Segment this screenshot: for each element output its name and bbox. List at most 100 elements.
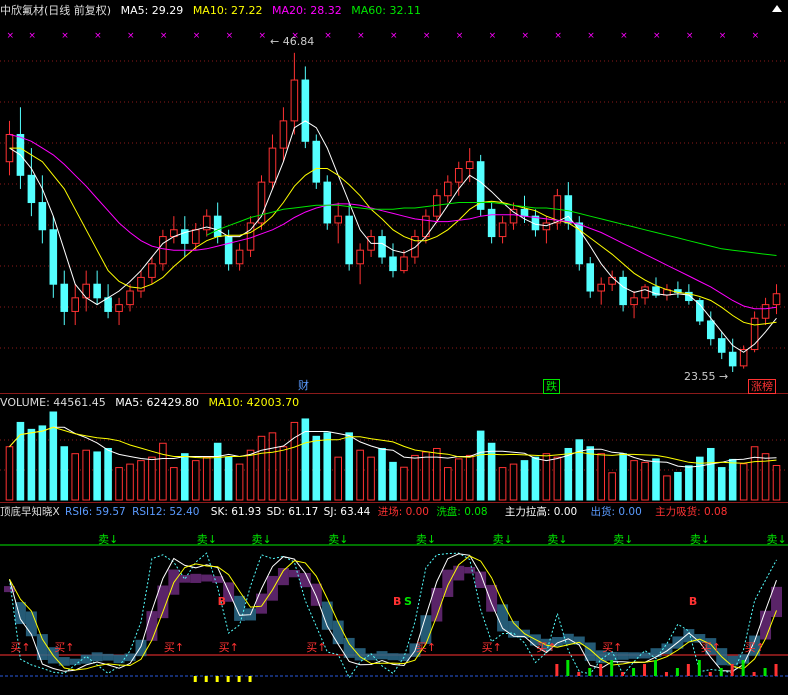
candle-body: [290, 79, 299, 122]
candle-body: [728, 351, 737, 367]
capital-flow-bar: [697, 660, 701, 676]
volume-bar: [159, 442, 167, 501]
sell-signal: 卖↓: [613, 533, 633, 546]
candle-body: [224, 236, 233, 265]
capital-flow-bar: [708, 672, 712, 676]
top-event-mark: ×: [554, 31, 562, 41]
volume-bar: [126, 463, 134, 501]
indicator-panel: 卖↓ 卖↓ 卖↓ 卖↓ 卖↓ 卖↓ 卖↓ 卖↓ 卖↓ 卖↓ 买↑ 买↑ 买↑ 买↑ 买↑ 买↑ 买↑ 买↑ 买↑ 买↑…: [0, 533, 788, 682]
volume-bar: [750, 446, 759, 501]
capital-flow-bar: [566, 660, 570, 676]
candle-body: [630, 297, 638, 306]
volume-bar: [739, 463, 748, 501]
volume-bar: [531, 456, 540, 501]
sd-value: SD: 61.17: [266, 506, 319, 518]
top-event-mark: ×: [127, 31, 135, 41]
volume-bar: [674, 471, 682, 501]
indicator-area: [80, 654, 92, 664]
volume-bar: [82, 449, 90, 501]
indicator-area: [113, 654, 125, 664]
top-event-mark: ×: [456, 31, 464, 41]
sj-value: SJ: 63.44: [323, 506, 371, 518]
top-event-mark: ×: [489, 31, 497, 41]
buy-signal: 买↑: [745, 641, 765, 654]
volume-header: VOLUME: 44561.45 MA5: 62429.80 MA10: 420…: [0, 395, 305, 411]
candle-body: [137, 276, 145, 292]
low-price-label: 23.55 →: [684, 370, 729, 383]
volume-bar: [586, 446, 595, 501]
indicator-area: [299, 573, 311, 588]
capital-flow-bar: [664, 672, 668, 676]
candle-body: [761, 304, 770, 319]
kdj-cross-label: S: [404, 595, 412, 608]
top-event-mark: ×: [521, 31, 529, 41]
candle-body: [71, 297, 80, 312]
sell-signal: 卖↓: [98, 533, 118, 546]
capital-flow-bar: [248, 676, 252, 682]
volume-bar: [706, 447, 715, 501]
capital-flow-bar: [215, 676, 219, 682]
volume-bar: [356, 449, 364, 501]
high-price-label: ← 46.84: [270, 35, 315, 48]
volume-bar: [597, 453, 605, 501]
candle-body: [301, 79, 310, 142]
kdj-cross-label: B: [689, 595, 697, 608]
candle-body: [465, 161, 474, 170]
volume-bar: [652, 458, 660, 501]
rsi6-value: RSI6: 59.57: [65, 506, 126, 518]
candle-body: [159, 236, 167, 265]
capital-flow-bar: [610, 660, 614, 676]
indicator-area: [135, 639, 147, 657]
buy-signal: 买↑: [536, 641, 556, 654]
candle-body: [772, 293, 781, 306]
volume-bar: [27, 428, 36, 501]
indicator-name: 顶底早知晓X: [0, 506, 60, 518]
candle-body: [345, 215, 353, 265]
buy-signal: 买↑: [54, 641, 74, 654]
candle-body: [608, 276, 616, 285]
rsi12-value: RSI12: 52.40: [132, 506, 200, 518]
volume-bar: [60, 446, 69, 501]
sell-signal: 卖↓: [547, 533, 567, 546]
volume-bar: [71, 453, 80, 501]
limit-up-marker[interactable]: 涨榜: [748, 379, 776, 394]
ma20-value: MA20: 28.32: [272, 4, 342, 17]
candle-body: [148, 263, 156, 278]
kdj-cross-label: B: [218, 595, 226, 608]
candle-body: [619, 276, 627, 306]
panel-divider-1: [0, 393, 788, 394]
volume-bar: [553, 456, 562, 501]
sell-signal: 卖↓: [197, 533, 217, 546]
capital-flow-bar: [675, 668, 679, 676]
sell-signal: 卖↓: [767, 533, 787, 546]
stock-chart-canvas[interactable]: × × × × × × × × × × × × × × × × × × × × × × × × 卖↓ 卖↓ 卖↓ 卖↓ 卖↓ 卖↓ 卖↓ 卖…: [0, 0, 788, 695]
candle-body: [750, 317, 759, 351]
volume-bar: [608, 472, 616, 501]
top-event-mark: ×: [620, 31, 628, 41]
drop-marker[interactable]: 跌: [543, 379, 560, 394]
capital-flow-bar: [763, 668, 767, 676]
indicator-area: [365, 653, 377, 661]
price-header: 中欣氟材(日线 前复权) MA5: 29.29 MA10: 27.22 MA20…: [0, 3, 427, 19]
top-event-mark: ×: [357, 31, 365, 41]
volume-bar: [411, 454, 419, 501]
collapse-icon[interactable]: [772, 5, 782, 12]
finance-marker[interactable]: 财: [296, 379, 311, 392]
candle-body: [104, 297, 112, 312]
stock-title: 中欣氟材(日线 前复权): [0, 4, 112, 17]
volume-bar: [279, 446, 288, 501]
top-event-mark: ×: [28, 31, 36, 41]
candle-body: [60, 283, 69, 312]
buy-signal: 买↑: [701, 641, 721, 654]
indicator-area: [486, 584, 498, 612]
candle-body: [213, 215, 222, 238]
ma-line-ma5: [9, 120, 777, 353]
volume-value: VOLUME: 44561.45: [0, 396, 106, 409]
capital-flow-bar: [730, 664, 734, 676]
indicator-area: [190, 573, 202, 583]
capital-flow-bar: [686, 664, 690, 676]
volume-bar: [115, 467, 123, 501]
ma5-value: MA5: 29.29: [120, 4, 184, 17]
top-event-mark: ×: [324, 31, 332, 41]
indicator-area: [179, 575, 191, 583]
